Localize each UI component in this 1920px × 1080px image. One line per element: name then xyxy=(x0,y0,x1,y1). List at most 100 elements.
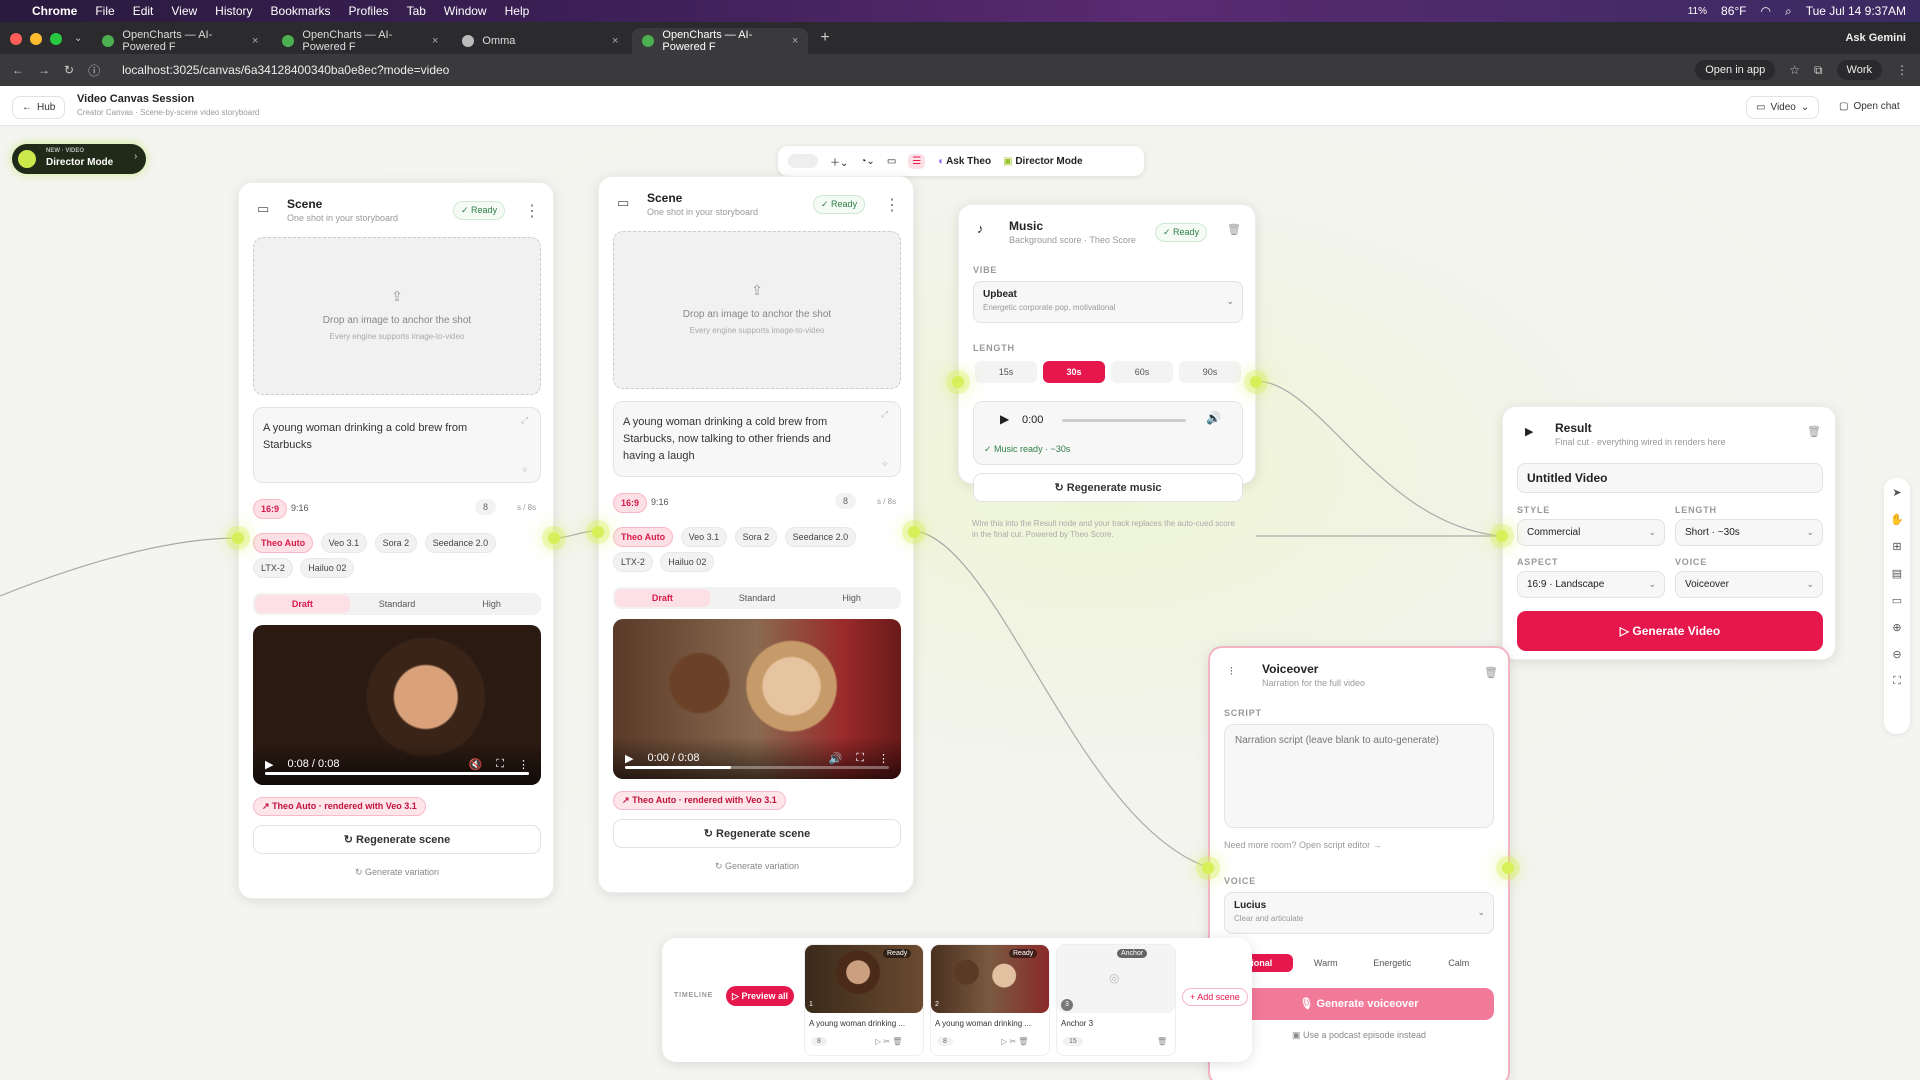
browser-tab[interactable]: OpenCharts — AI-Powered F × xyxy=(92,28,268,54)
scene-video-player[interactable]: ▶ 0:08 / 0:08 🔇 ⛶ ⋮ xyxy=(253,625,541,785)
scene2-input-port[interactable] xyxy=(592,526,604,538)
weather-readout[interactable]: 86°F xyxy=(1721,4,1746,18)
scene-card-2[interactable]: ▭ Scene One shot in your storyboard ✓ Re… xyxy=(598,176,914,893)
quality-standard[interactable]: Standard xyxy=(350,595,445,613)
browser-tab[interactable]: Omma × xyxy=(452,28,628,54)
regenerate-music-button[interactable]: ↻ Regenerate music xyxy=(973,473,1243,502)
scene2-output-port[interactable] xyxy=(908,526,920,538)
site-info-icon[interactable]: ⓘ xyxy=(88,62,100,79)
hub-back-button[interactable]: ← Hub xyxy=(12,96,66,119)
quality-high[interactable]: High xyxy=(444,595,539,613)
zoom-window-button[interactable] xyxy=(50,33,62,45)
voice-select[interactable]: Lucius Clear and articulate ⌄ xyxy=(1224,892,1494,934)
timeline-clip-3[interactable]: ◎ Anchor 3 Anchor 3 15 🗑 xyxy=(1056,944,1176,1056)
menu-history[interactable]: History xyxy=(215,4,252,18)
scene-prompt-input[interactable]: A young woman drinking a cold brew from … xyxy=(253,407,541,483)
voiceover-input-port[interactable] xyxy=(1202,862,1214,874)
video-name-input[interactable]: Untitled Video xyxy=(1517,463,1823,493)
close-tab-icon[interactable]: × xyxy=(612,35,618,47)
profile-button[interactable]: Work xyxy=(1836,60,1882,80)
engine-chip[interactable]: Theo Auto xyxy=(613,527,674,547)
music-seekbar[interactable] xyxy=(1062,419,1186,422)
bookmark-star-icon[interactable]: ☆ xyxy=(1789,63,1800,77)
add-scene-button[interactable]: + Add scene xyxy=(1182,988,1248,1006)
duration-input[interactable]: 8 xyxy=(475,499,497,515)
scene-prompt-input[interactable]: A young woman drinking a cold brew from … xyxy=(613,401,901,477)
voiceover-card[interactable]: ⫶ Voiceover Narration for the full video… xyxy=(1208,646,1510,1080)
vibe-select[interactable]: Upbeat Energetic corporate pop, motivati… xyxy=(973,281,1243,323)
open-script-editor-link[interactable]: Need more room? Open script editor → xyxy=(1224,840,1382,850)
result-input-port[interactable] xyxy=(1496,530,1508,542)
engine-chip[interactable]: LTX-2 xyxy=(613,552,653,572)
duration-input[interactable]: 8 xyxy=(835,493,857,509)
menu-window[interactable]: Window xyxy=(444,4,487,18)
extensions-icon[interactable]: ⧉ xyxy=(1814,63,1823,78)
cpu-readout[interactable]: 11% xyxy=(1688,6,1707,17)
wifi-icon[interactable]: ◠ xyxy=(1761,4,1771,18)
engine-chip[interactable]: Veo 3.1 xyxy=(680,527,728,547)
length-15s[interactable]: 15s xyxy=(975,361,1037,383)
generate-video-button[interactable]: ▷ Generate Video xyxy=(1517,611,1823,651)
director-mode-button[interactable]: ▣ Director Mode xyxy=(1003,156,1082,167)
engine-chip[interactable]: LTX-2 xyxy=(253,558,293,578)
zoom-out-icon[interactable]: ⊖ xyxy=(1892,648,1901,661)
music-input-port[interactable] xyxy=(952,376,964,388)
open-chat-button[interactable]: ▢ Open chat xyxy=(1830,96,1909,117)
aspect-16-9[interactable]: 16:9 xyxy=(613,493,648,513)
clip-actions-icon[interactable]: ▷ ✂ 🗑 xyxy=(1001,1037,1028,1046)
director-mode-promo[interactable]: NEW · VIDEO Director Mode › xyxy=(12,144,146,174)
aspect-16-9[interactable]: 16:9 xyxy=(253,499,288,519)
image-dropzone[interactable]: ⇪ Drop an image to anchor the shot Every… xyxy=(613,231,901,389)
engine-chip[interactable]: Theo Auto xyxy=(253,533,314,553)
clip-duration[interactable]: 15 xyxy=(1063,1037,1083,1046)
video-progress[interactable] xyxy=(625,766,889,769)
engine-chip[interactable]: Hailuo 02 xyxy=(300,558,355,578)
video-more-icon[interactable]: ⋮ xyxy=(518,758,529,771)
new-tab-icon[interactable]: + xyxy=(820,29,829,47)
fit-view-icon[interactable]: ⛶ xyxy=(1893,675,1901,688)
aspect-9-16[interactable]: 9:16 xyxy=(291,503,309,513)
length-60s[interactable]: 60s xyxy=(1111,361,1173,383)
ask-gemini-button[interactable]: Ask Gemini xyxy=(1845,32,1906,44)
reload-icon[interactable]: ↻ xyxy=(64,63,74,77)
engine-chip[interactable]: Sora 2 xyxy=(374,533,418,553)
video-progress[interactable] xyxy=(265,772,529,775)
image-dropzone[interactable]: ⇪ Drop an image to anchor the shot Every… xyxy=(253,237,541,395)
scene1-input-port[interactable] xyxy=(232,532,244,544)
timeline-clip-2[interactable]: Ready 2 A young woman drinking ... 8 ▷ ✂… xyxy=(930,944,1050,1056)
fullscreen-icon[interactable]: ⛶ xyxy=(496,758,504,771)
tone-calm[interactable]: Calm xyxy=(1426,954,1493,972)
tone-energetic[interactable]: Energetic xyxy=(1359,954,1426,972)
magic-wand-icon[interactable]: ✧ xyxy=(521,465,529,476)
play-icon[interactable]: ▶ xyxy=(625,752,633,765)
voiceover-output-port[interactable] xyxy=(1502,862,1514,874)
generate-variation-link[interactable]: ↻ Generate variation xyxy=(253,867,541,878)
tab-search-icon[interactable]: ⌄ xyxy=(74,33,82,44)
menu-file[interactable]: File xyxy=(95,4,114,18)
volume-icon[interactable]: 🔊 xyxy=(829,752,843,765)
play-icon[interactable]: ▶ xyxy=(265,758,273,771)
mute-icon[interactable]: 🔇 xyxy=(469,758,483,771)
length-90s[interactable]: 90s xyxy=(1179,361,1241,383)
more-options-icon[interactable]: ⋮ xyxy=(524,201,540,221)
preview-all-button[interactable]: ▷ Preview all xyxy=(726,986,794,1006)
zoom-in-icon[interactable]: ⊕ xyxy=(1892,621,1901,634)
hand-icon[interactable]: ✋ xyxy=(1890,513,1904,526)
voice-select[interactable]: Voiceover ⌄ xyxy=(1675,571,1823,598)
browser-menu-icon[interactable]: ⋮ xyxy=(1896,63,1908,77)
theme-toggle[interactable] xyxy=(788,154,818,168)
scene-card-1[interactable]: ▭ Scene One shot in your storyboard ✓ Re… xyxy=(238,182,554,899)
engine-chip[interactable]: Sora 2 xyxy=(734,527,778,547)
open-in-app-button[interactable]: Open in app xyxy=(1695,60,1776,80)
clip-actions-icon[interactable]: ▷ ✂ 🗑 xyxy=(875,1037,902,1046)
scene-video-player[interactable]: ▶ 0:00 / 0:08 🔊 ⛶ ⋮ xyxy=(613,619,901,779)
podcast-link[interactable]: ▣ Use a podcast episode instead xyxy=(1224,1030,1494,1041)
music-card[interactable]: ♪ Music Background score · Theo Score ✓ … xyxy=(958,204,1256,502)
trash-icon[interactable]: 🗑 xyxy=(1227,223,1241,236)
close-tab-icon[interactable]: × xyxy=(252,35,258,47)
video-more-icon[interactable]: ⋮ xyxy=(878,752,889,765)
aspect-9-16[interactable]: 9:16 xyxy=(651,497,669,507)
magic-wand-icon[interactable]: ✧ xyxy=(881,459,889,470)
trash-icon[interactable]: 🗑 xyxy=(1807,425,1821,438)
aspect-select[interactable]: 16:9 · Landscape ⌄ xyxy=(1517,571,1665,598)
